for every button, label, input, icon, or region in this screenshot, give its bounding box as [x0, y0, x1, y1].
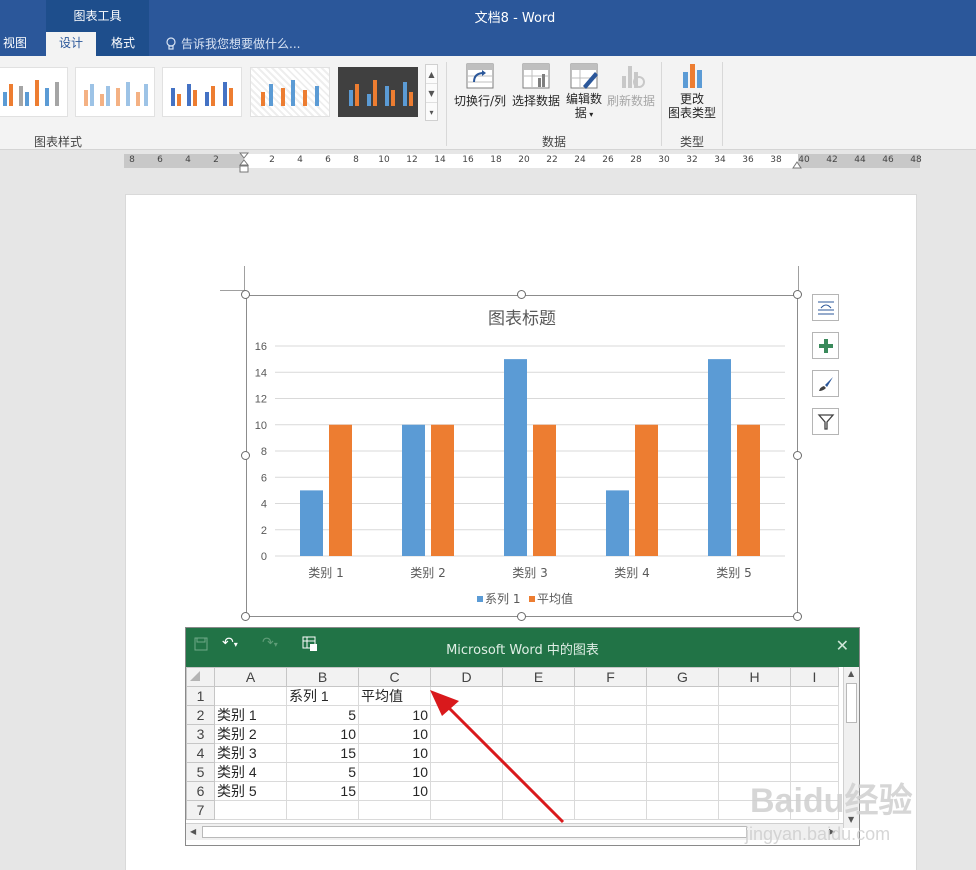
watermark-brand: Baidu经验 [750, 781, 912, 820]
annotation-arrow [430, 690, 565, 824]
word-window: 图表工具 文档8 - Word 视图 设计 格式 告诉我您想要做什么... ▲ … [0, 0, 976, 870]
watermark-url: jingyan.baidu.com [744, 824, 890, 844]
baidu-watermark-logo: Baidu经验 jingyan.baidu.com [740, 770, 940, 850]
